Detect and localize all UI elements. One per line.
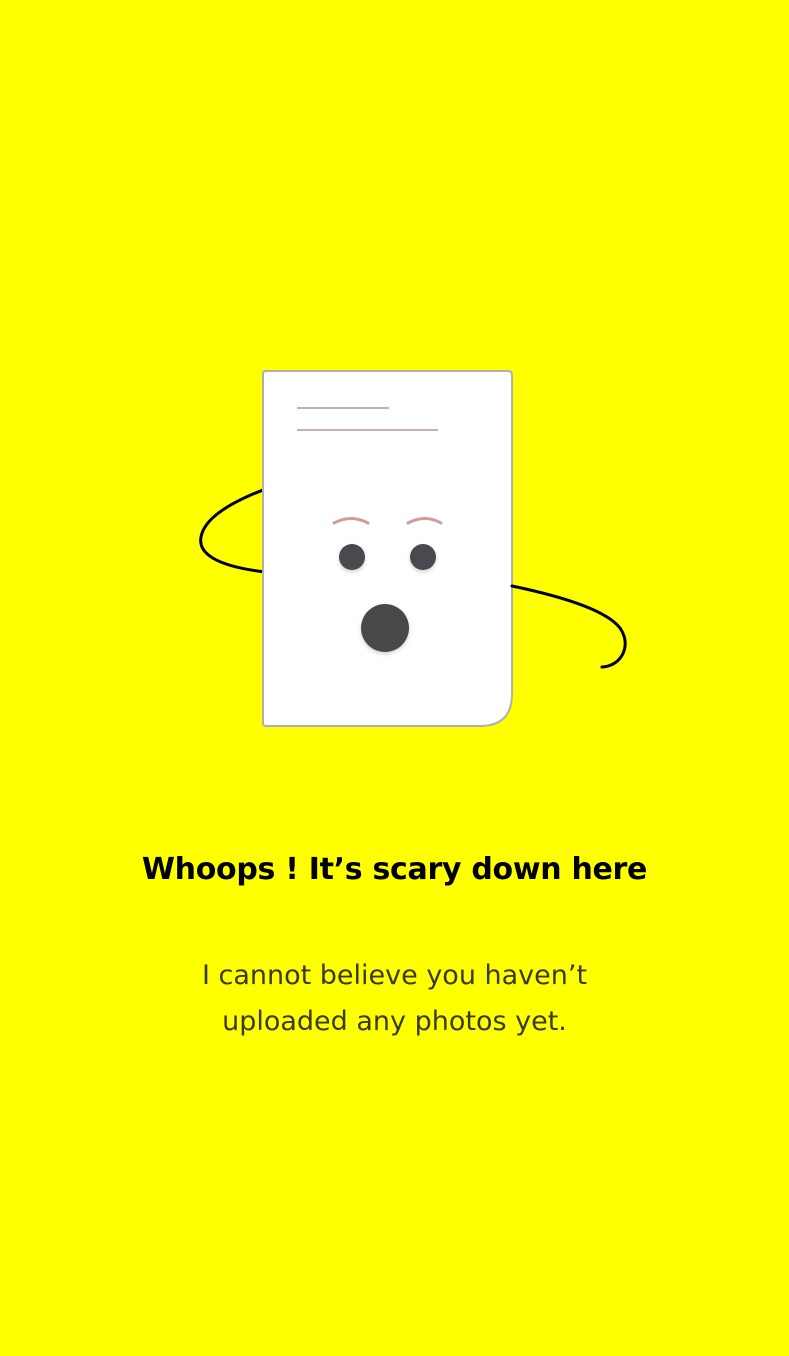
empty-state-title: Whoops ! It’s scary down here [141,852,648,887]
scared-document-icon [199,370,627,727]
swirl-line-right [510,584,627,669]
empty-state-message: I cannot believe you haven’t uploaded an… [201,960,588,1037]
paper-sheet [262,370,513,727]
left-eye [339,544,365,570]
empty-state-screen: Whoops ! It’s scary down here I cannot b… [0,0,789,1356]
right-eye [410,544,436,570]
mouth [361,604,409,652]
